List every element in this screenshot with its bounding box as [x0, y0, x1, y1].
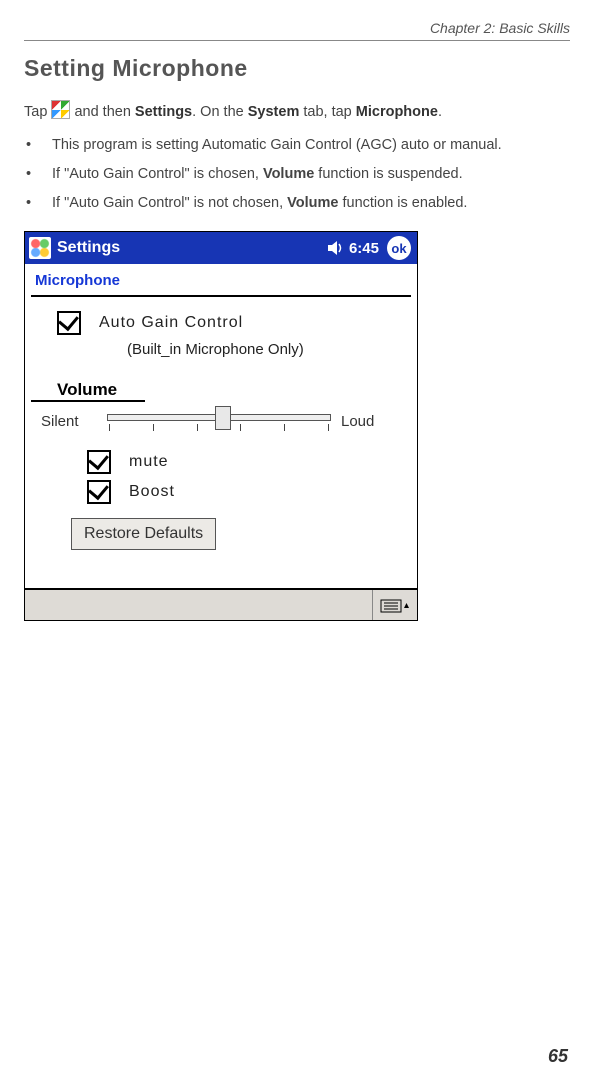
window-title: Settings	[57, 239, 327, 257]
volume-slider-row: Silent Loud	[31, 406, 411, 436]
screen-title: Microphone	[31, 270, 411, 295]
list-item: This program is setting Automatic Gain C…	[24, 133, 570, 158]
text: tab, tap	[299, 104, 355, 120]
mute-label: mute	[129, 453, 169, 471]
clock: 6:45	[349, 240, 379, 257]
agc-row: Auto Gain Control	[31, 311, 411, 335]
bottom-bar	[25, 588, 417, 620]
text: .	[438, 104, 442, 120]
page-heading: Setting Microphone	[24, 55, 570, 82]
ok-button[interactable]: ok	[387, 236, 411, 260]
text: function is enabled.	[338, 195, 467, 211]
restore-defaults-button[interactable]: Restore Defaults	[71, 518, 216, 550]
agc-subtext: (Built_in Microphone Only)	[31, 341, 411, 358]
text-bold: Microphone	[356, 104, 438, 120]
text: function is suspended.	[314, 166, 462, 182]
text-bold: Settings	[135, 104, 192, 120]
text-bold: Volume	[263, 166, 314, 182]
text: and then	[70, 104, 135, 120]
intro-paragraph: Tap and then Settings. On the System tab…	[24, 100, 570, 123]
list-item: If "Auto Gain Control" is not chosen, Vo…	[24, 191, 570, 216]
start-icon	[51, 100, 70, 119]
slider-min-label: Silent	[41, 413, 97, 430]
chapter-header: Chapter 2: Basic Skills	[24, 20, 570, 36]
boost-label: Boost	[129, 483, 175, 501]
text-bold: Volume	[287, 195, 338, 211]
text: Tap	[24, 104, 51, 120]
agc-label: Auto Gain Control	[99, 314, 243, 332]
start-icon[interactable]	[29, 237, 51, 259]
mute-checkbox[interactable]	[87, 450, 111, 474]
boost-row: Boost	[31, 480, 411, 504]
text-bold: System	[248, 104, 300, 120]
device-screenshot: Settings 6:45 ok Microphone Auto Gain Co…	[24, 231, 418, 621]
list-item: If "Auto Gain Control" is chosen, Volume…	[24, 162, 570, 187]
text: If "Auto Gain Control" is not chosen,	[52, 195, 287, 211]
slider-max-label: Loud	[341, 413, 401, 430]
screen-body: Microphone Auto Gain Control (Built_in M…	[25, 264, 417, 588]
title-bar: Settings 6:45 ok	[25, 232, 417, 264]
header-rule	[24, 40, 570, 41]
page-number: 65	[548, 1046, 568, 1067]
boost-checkbox[interactable]	[87, 480, 111, 504]
keyboard-button[interactable]	[372, 590, 417, 620]
text: . On the	[192, 104, 248, 120]
divider	[31, 295, 411, 297]
bullet-list: This program is setting Automatic Gain C…	[24, 133, 570, 215]
text: If "Auto Gain Control" is chosen,	[52, 166, 263, 182]
agc-checkbox[interactable]	[57, 311, 81, 335]
volume-header: Volume	[31, 380, 145, 402]
volume-slider[interactable]	[107, 406, 331, 436]
mute-row: mute	[31, 450, 411, 474]
speaker-icon[interactable]	[327, 240, 345, 256]
